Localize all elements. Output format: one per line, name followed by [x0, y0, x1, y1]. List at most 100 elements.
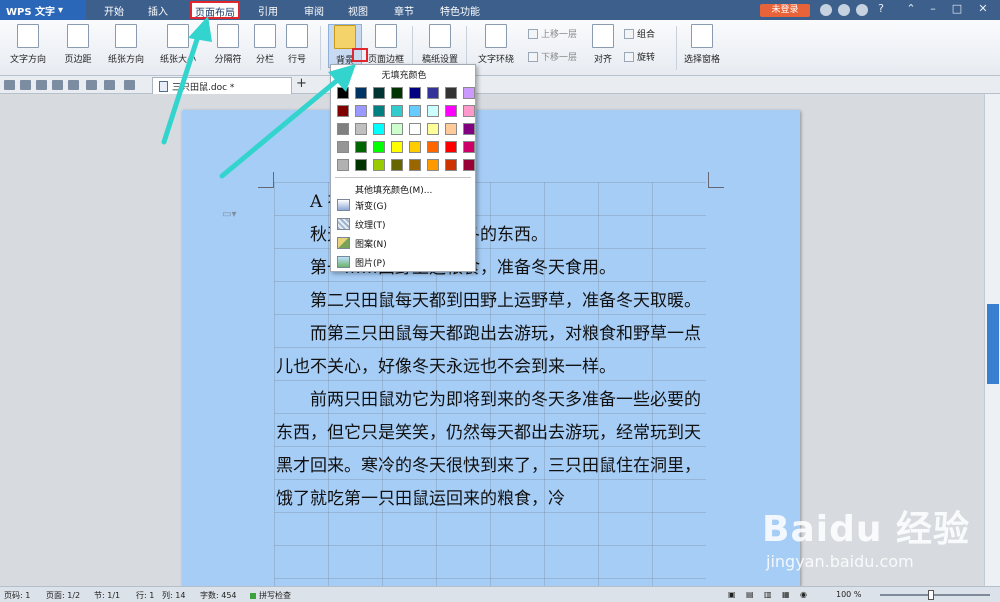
- selection-pane-button[interactable]: 选择窗格: [680, 24, 724, 65]
- app-menu-button[interactable]: WPS 文字 ▾: [0, 0, 86, 20]
- color-swatch[interactable]: [409, 159, 421, 171]
- wrap-text-button[interactable]: 文字环绕: [472, 24, 520, 65]
- color-swatch[interactable]: [337, 159, 349, 171]
- zoom-level[interactable]: 100 %: [836, 590, 861, 599]
- save-icon[interactable]: [20, 80, 31, 90]
- menu-view[interactable]: 视图: [348, 3, 368, 18]
- menu-home[interactable]: 开始: [104, 3, 124, 18]
- color-swatch[interactable]: [445, 141, 457, 153]
- new-tab-button[interactable]: +: [296, 76, 307, 91]
- scrollbar-thumb[interactable]: [987, 304, 999, 384]
- color-swatch[interactable]: [445, 87, 457, 99]
- color-swatch[interactable]: [463, 87, 475, 99]
- outline-view-icon[interactable]: ▥: [764, 590, 772, 599]
- paragraph-handle-icon[interactable]: ▭▾: [222, 209, 236, 221]
- menu-features[interactable]: 特色功能: [440, 3, 480, 18]
- zoom-slider-knob[interactable]: [928, 590, 934, 600]
- color-swatch[interactable]: [463, 123, 475, 135]
- login-button[interactable]: 未登录: [760, 4, 810, 17]
- gradient-option[interactable]: 渐变(G): [337, 197, 387, 213]
- web-view-icon[interactable]: ▤: [746, 590, 754, 599]
- menu-insert[interactable]: 插入: [148, 3, 168, 18]
- color-swatch[interactable]: [355, 87, 367, 99]
- orientation-button[interactable]: 纸张方向: [104, 24, 148, 65]
- view-mode-icon[interactable]: ▣: [728, 590, 736, 599]
- color-swatch[interactable]: [391, 105, 403, 117]
- color-swatch[interactable]: [427, 123, 439, 135]
- minimize-icon[interactable]: –: [926, 2, 940, 16]
- print-icon[interactable]: [52, 80, 63, 90]
- close-icon[interactable]: ✕: [976, 2, 990, 16]
- color-swatch[interactable]: [373, 159, 385, 171]
- quick-access-more-icon[interactable]: [124, 80, 135, 90]
- color-swatch[interactable]: [373, 141, 385, 153]
- maximize-icon[interactable]: □: [950, 2, 964, 16]
- line-numbers-button[interactable]: 行号: [284, 24, 310, 65]
- pattern-option[interactable]: 图案(N): [337, 235, 387, 251]
- reading-view-icon[interactable]: ▦: [782, 590, 790, 599]
- export-pdf-icon[interactable]: [36, 80, 47, 90]
- color-swatch[interactable]: [391, 87, 403, 99]
- color-swatch[interactable]: [391, 141, 403, 153]
- align-button[interactable]: 对齐: [590, 24, 616, 65]
- bring-forward-button[interactable]: 上移一层: [528, 27, 577, 40]
- color-swatch[interactable]: [355, 105, 367, 117]
- collapse-ribbon-icon[interactable]: ⌃: [904, 2, 918, 16]
- picture-option[interactable]: 图片(P): [337, 254, 385, 270]
- color-swatch[interactable]: [391, 159, 403, 171]
- margins-button[interactable]: 页边距: [58, 24, 98, 65]
- page-border-button[interactable]: 页面边框: [366, 24, 406, 65]
- color-swatch[interactable]: [391, 123, 403, 135]
- color-swatch[interactable]: [337, 87, 349, 99]
- document-tab[interactable]: 三只田鼠.doc *: [152, 77, 292, 94]
- color-swatch[interactable]: [409, 141, 421, 153]
- color-swatch[interactable]: [337, 141, 349, 153]
- color-swatch[interactable]: [409, 87, 421, 99]
- color-swatch[interactable]: [337, 123, 349, 135]
- more-fill-colors-option[interactable]: 其他填充颜色(M)...: [355, 181, 432, 197]
- undo-icon[interactable]: [86, 80, 97, 90]
- spell-check-toggle[interactable]: 拼写检查: [250, 590, 291, 601]
- breaks-button[interactable]: 分隔符: [208, 24, 248, 65]
- color-swatch[interactable]: [373, 123, 385, 135]
- menu-page-layout[interactable]: 页面布局: [190, 1, 240, 19]
- group-button[interactable]: 组合: [624, 27, 655, 40]
- color-swatch[interactable]: [427, 141, 439, 153]
- manuscript-settings-button[interactable]: 稿纸设置: [418, 24, 462, 65]
- feedback-icon[interactable]: [856, 4, 868, 16]
- color-swatch[interactable]: [355, 141, 367, 153]
- texture-option[interactable]: 纹理(T): [337, 216, 386, 232]
- paper-size-button[interactable]: 纸张大小: [156, 24, 200, 65]
- color-swatch[interactable]: [427, 159, 439, 171]
- menu-chapter[interactable]: 章节: [394, 3, 414, 18]
- color-swatch[interactable]: [463, 141, 475, 153]
- background-dropdown-arrow[interactable]: [352, 48, 368, 62]
- menu-review[interactable]: 审阅: [304, 3, 324, 18]
- color-swatch[interactable]: [463, 159, 475, 171]
- color-swatch[interactable]: [373, 87, 385, 99]
- color-swatch[interactable]: [427, 87, 439, 99]
- no-fill-color-option[interactable]: 无填充颜色: [331, 68, 477, 81]
- help-icon[interactable]: ?: [874, 2, 888, 16]
- open-icon[interactable]: [4, 80, 15, 90]
- color-swatch[interactable]: [445, 159, 457, 171]
- color-swatch[interactable]: [355, 159, 367, 171]
- color-swatch[interactable]: [445, 105, 457, 117]
- shirt-icon[interactable]: [838, 4, 850, 16]
- menu-references[interactable]: 引用: [258, 3, 278, 18]
- zoom-slider[interactable]: [880, 590, 990, 600]
- color-swatch[interactable]: [409, 123, 421, 135]
- send-backward-button[interactable]: 下移一层: [528, 50, 577, 63]
- color-swatch[interactable]: [355, 123, 367, 135]
- color-swatch[interactable]: [445, 123, 457, 135]
- redo-icon[interactable]: [104, 80, 115, 90]
- eye-protection-icon[interactable]: ◉: [800, 590, 807, 599]
- document-page[interactable]: ▭▾ A 在……只田鼠。 秋天……开始准备过冬的东西。 第一……田野上运粮食，准…: [182, 110, 800, 586]
- rotate-button[interactable]: 旋转: [624, 50, 655, 63]
- color-swatch[interactable]: [337, 105, 349, 117]
- color-swatch[interactable]: [427, 105, 439, 117]
- color-swatch[interactable]: [373, 105, 385, 117]
- text-direction-button[interactable]: 文字方向: [6, 24, 50, 65]
- color-swatch[interactable]: [463, 105, 475, 117]
- print-preview-icon[interactable]: [68, 80, 79, 90]
